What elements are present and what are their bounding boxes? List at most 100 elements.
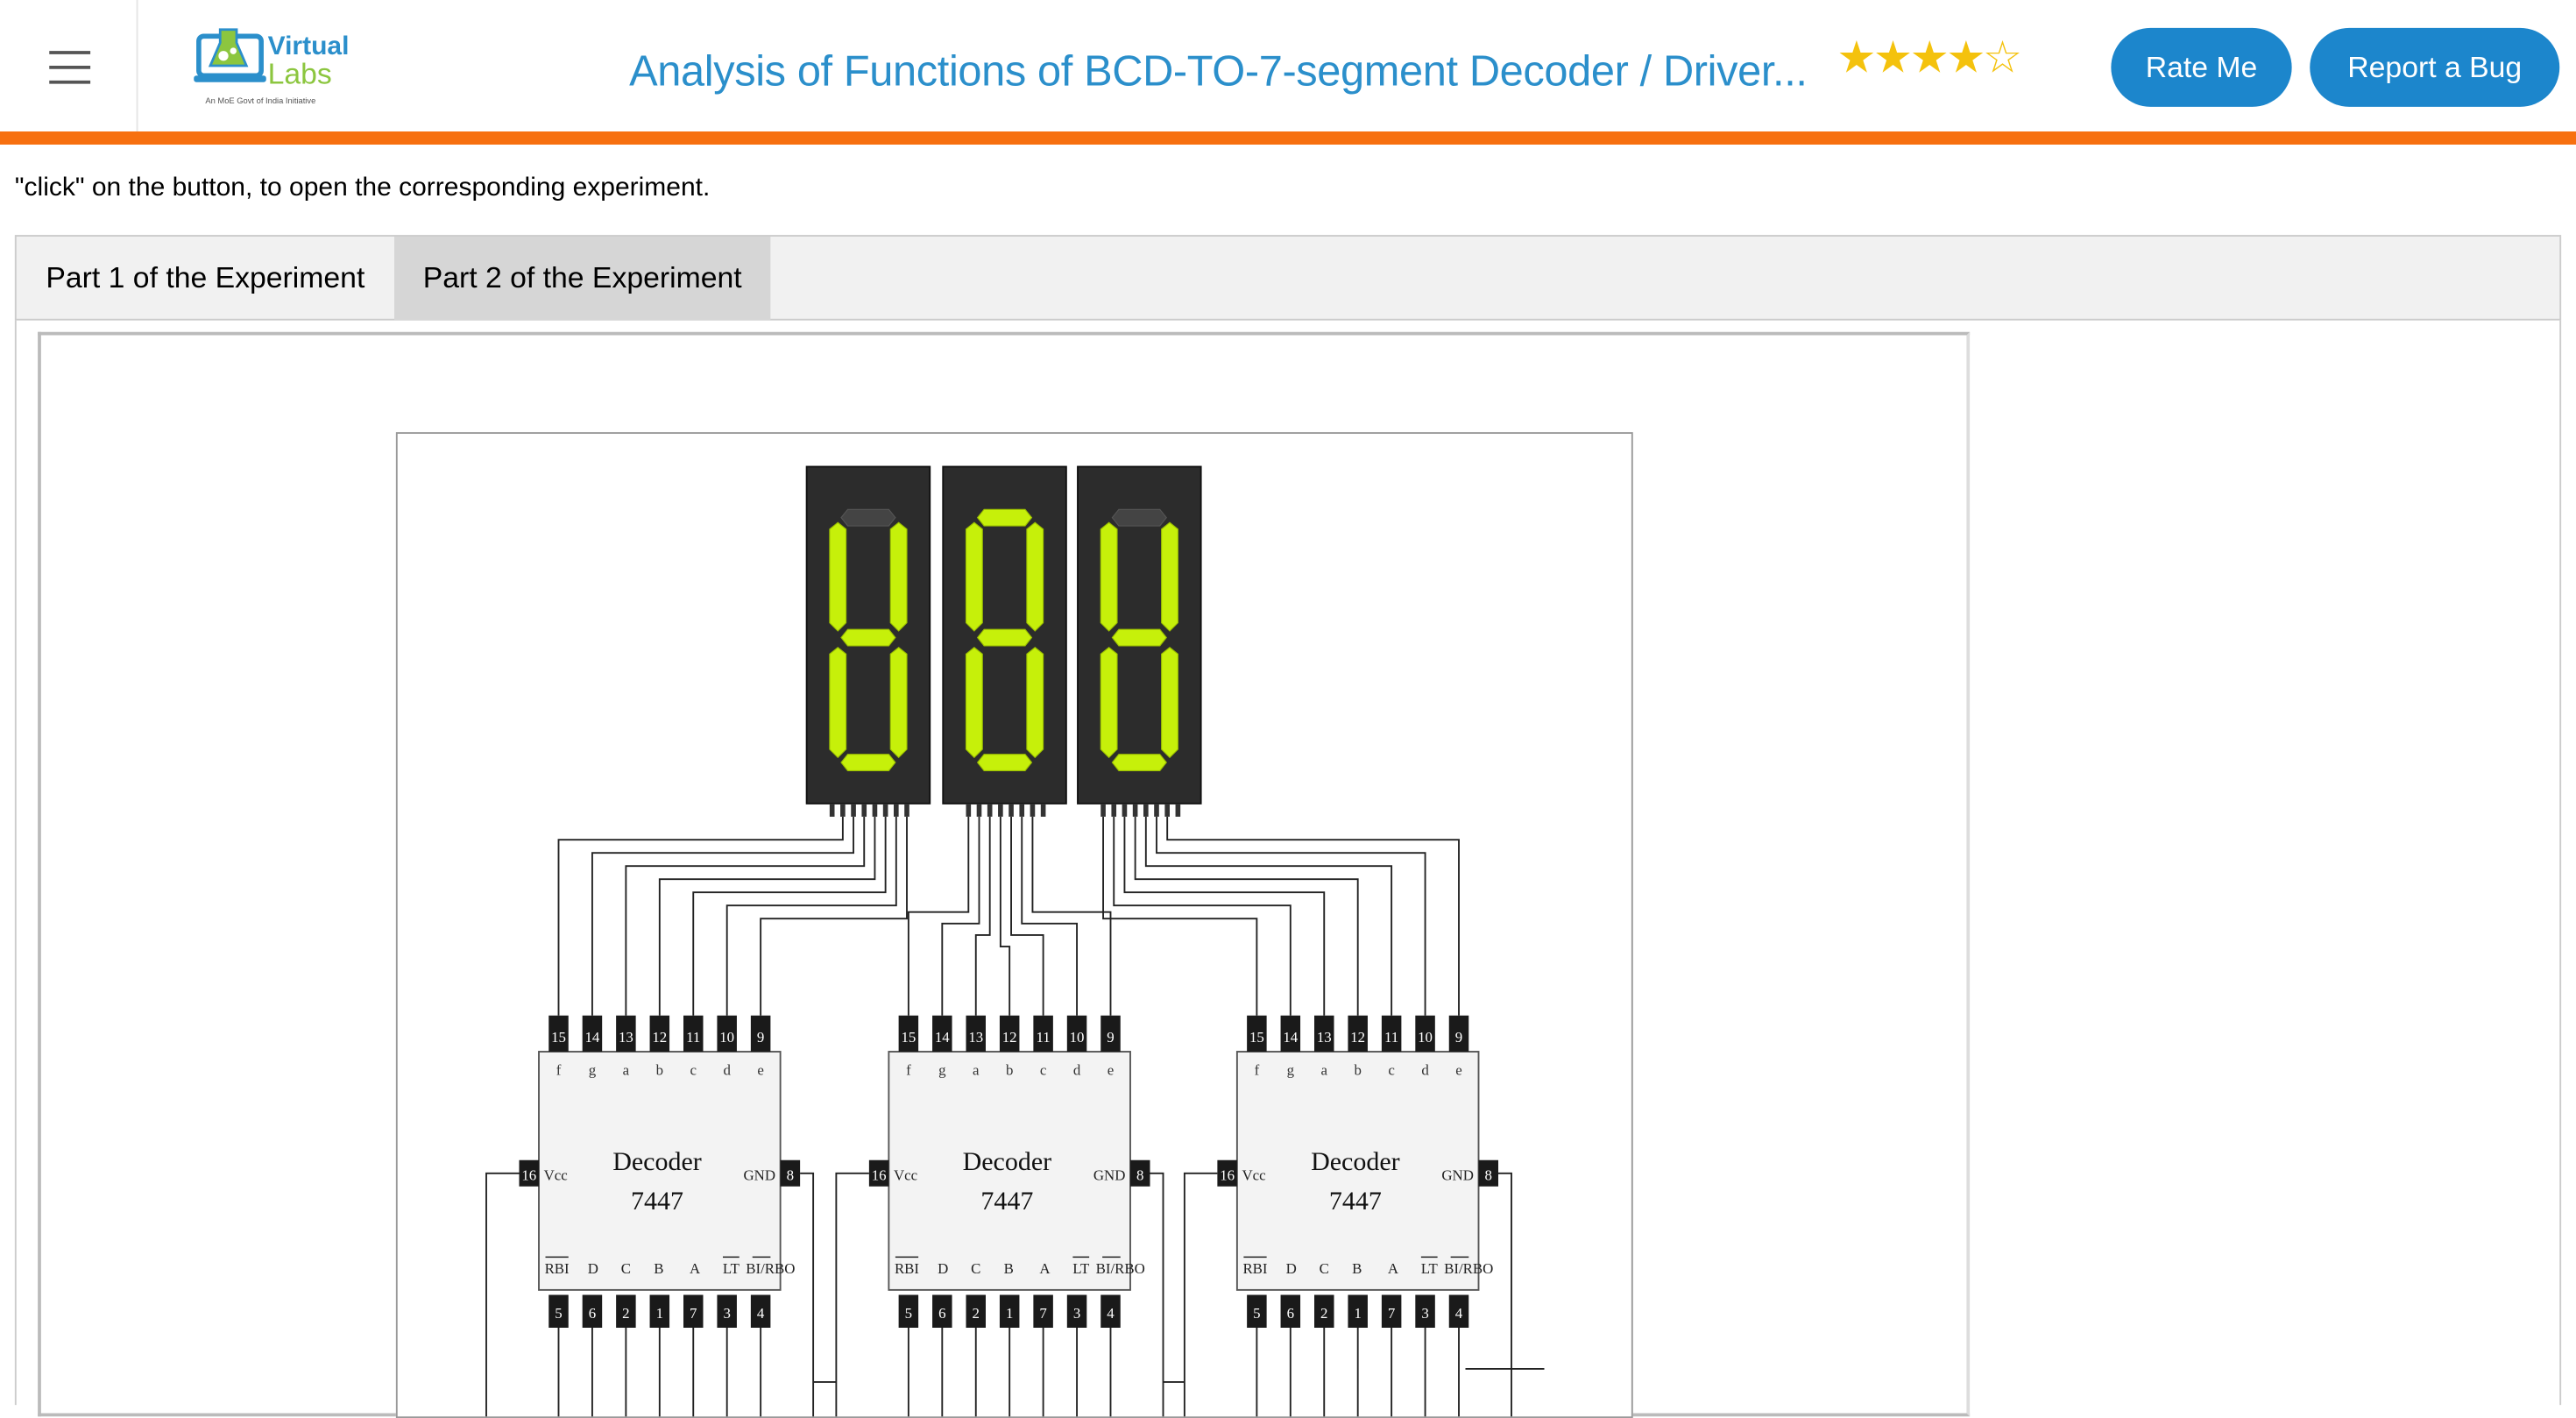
pin-label: e — [1108, 1061, 1114, 1078]
pin-label: A — [690, 1260, 701, 1277]
pin-number: 10 — [1070, 1029, 1085, 1046]
pin-number: 15 — [901, 1029, 916, 1046]
pin-label: LT — [1072, 1260, 1090, 1277]
segment-e — [829, 647, 847, 759]
seven-segment-display — [942, 465, 1067, 817]
pin-number: 2 — [622, 1305, 629, 1322]
pin-label: c — [1388, 1061, 1394, 1078]
pin-label: D — [938, 1260, 948, 1277]
segment-b — [889, 521, 908, 632]
pin-label: Vcc — [894, 1166, 917, 1183]
pin-number: 7 — [1388, 1305, 1395, 1322]
pin-number: 4 — [757, 1305, 765, 1322]
top-bar: Virtual Labs An MoE Govt of India Initia… — [0, 0, 2576, 145]
pin-number: 7 — [1039, 1305, 1046, 1322]
pin-label: RBI — [545, 1260, 570, 1277]
pin-label: BI/RBO — [1096, 1260, 1145, 1277]
display-pin — [861, 803, 867, 817]
wire — [1010, 816, 1044, 1016]
wire — [658, 816, 876, 1016]
pin-label: LT — [723, 1260, 740, 1277]
tab-part-2[interactable]: Part 2 of the Experiment — [394, 237, 771, 321]
rating-stars[interactable]: ★★★★☆ — [1836, 33, 2022, 84]
pin-label: a — [1321, 1061, 1328, 1078]
pin-label: d — [1421, 1061, 1429, 1078]
pin-number: 3 — [1073, 1305, 1080, 1322]
pin-label: RBI — [895, 1260, 919, 1277]
display-pin — [987, 803, 993, 817]
pin-number: 14 — [935, 1029, 950, 1046]
menu-icon-line — [49, 51, 91, 54]
pin-label: b — [656, 1061, 663, 1078]
wire — [1021, 816, 1078, 1016]
pin-number: 4 — [1455, 1305, 1463, 1322]
pin-label: GND — [1093, 1166, 1126, 1183]
pin-label: c — [690, 1061, 697, 1078]
menu-icon-line — [49, 66, 91, 69]
decoder-name: Decoder — [1311, 1147, 1400, 1176]
segment-f — [965, 521, 983, 632]
pin-number: 14 — [1283, 1029, 1298, 1046]
pin-label: f — [1255, 1061, 1260, 1078]
circuit-svg: Decoder744715f14g13a12b11c10d9e5 6 2 1 7 3 4RB… — [485, 465, 1545, 1417]
segment-d — [840, 754, 896, 771]
star-filled-icon[interactable]: ★ — [1946, 33, 1985, 82]
pin-label: d — [723, 1061, 731, 1078]
display-pin — [872, 803, 878, 817]
segment-g — [976, 628, 1033, 647]
decoder-part-number: 7447 — [1329, 1187, 1382, 1216]
pin-number: 1 — [1006, 1305, 1013, 1322]
display-pin — [1143, 803, 1149, 817]
decoder-name: Decoder — [612, 1147, 702, 1176]
pin-number: 14 — [585, 1029, 600, 1046]
star-filled-icon[interactable]: ★ — [1836, 33, 1876, 82]
pin-label: C — [1320, 1260, 1329, 1277]
pin-label: B — [1004, 1260, 1014, 1277]
virtual-labs-logo[interactable]: Virtual Labs An MoE Govt of India Initia… — [191, 20, 356, 112]
display-pin — [1030, 803, 1036, 817]
page-title: Analysis of Functions of BCD-TO-7-segmen… — [629, 46, 1808, 96]
wire — [1183, 1172, 1218, 1417]
display-pin — [1164, 803, 1170, 817]
display-pin — [840, 803, 846, 817]
star-empty-icon[interactable]: ☆ — [1983, 33, 2022, 82]
logo-tagline: An MoE Govt of India Initiative — [205, 96, 315, 105]
pin-number: 13 — [1317, 1029, 1332, 1046]
wire — [625, 816, 866, 1016]
pin-number: 6 — [938, 1305, 945, 1322]
pin-label: BI/RBO — [746, 1260, 795, 1277]
pin-number: 13 — [968, 1029, 983, 1046]
decoder-7447: Decoder 7447 15 f 14 g 13 a 12 b 11 c 10 d 9 e 5 6 2 1 7 3 4 RB… — [1183, 1015, 1512, 1417]
pin-number: 13 — [619, 1029, 633, 1046]
pin-label: GND — [743, 1166, 775, 1183]
pin-label: e — [757, 1061, 763, 1078]
menu-button[interactable] — [0, 0, 138, 131]
pin-number: 11 — [686, 1029, 700, 1046]
seven-segment-display — [1077, 465, 1202, 817]
pin-number: 6 — [589, 1305, 596, 1322]
wire — [557, 816, 844, 1016]
wire — [907, 816, 970, 1016]
wire — [974, 816, 991, 1016]
pin-label: d — [1073, 1061, 1081, 1078]
segment-g — [840, 628, 896, 647]
display-pin — [1111, 803, 1117, 817]
star-filled-icon[interactable]: ★ — [1910, 33, 1950, 82]
display-pin — [1008, 803, 1014, 817]
pin-number: 12 — [1002, 1029, 1017, 1046]
display-pin — [1122, 803, 1128, 817]
wire — [1498, 1172, 1512, 1417]
segment-f — [829, 521, 847, 632]
display-pin — [998, 803, 1003, 817]
rate-me-button[interactable]: Rate Me — [2111, 27, 2292, 107]
decoder-part-number: 7447 — [980, 1187, 1033, 1216]
star-filled-icon[interactable]: ★ — [1873, 33, 1913, 82]
wire — [1113, 816, 1292, 1016]
display-pin — [1040, 803, 1046, 817]
pin-label: B — [1352, 1260, 1362, 1277]
tab-part-1[interactable]: Part 1 of the Experiment — [17, 237, 394, 321]
wire — [1166, 816, 1460, 1016]
wire — [591, 816, 854, 1016]
report-bug-button[interactable]: Report a Bug — [2310, 27, 2560, 107]
circuit-diagram[interactable]: Decoder 7447 15 f 14 g 13 a 12 b 11 c 10 d 9 e 5 6 2 1 7 3 4 RB… — [395, 432, 1633, 1418]
